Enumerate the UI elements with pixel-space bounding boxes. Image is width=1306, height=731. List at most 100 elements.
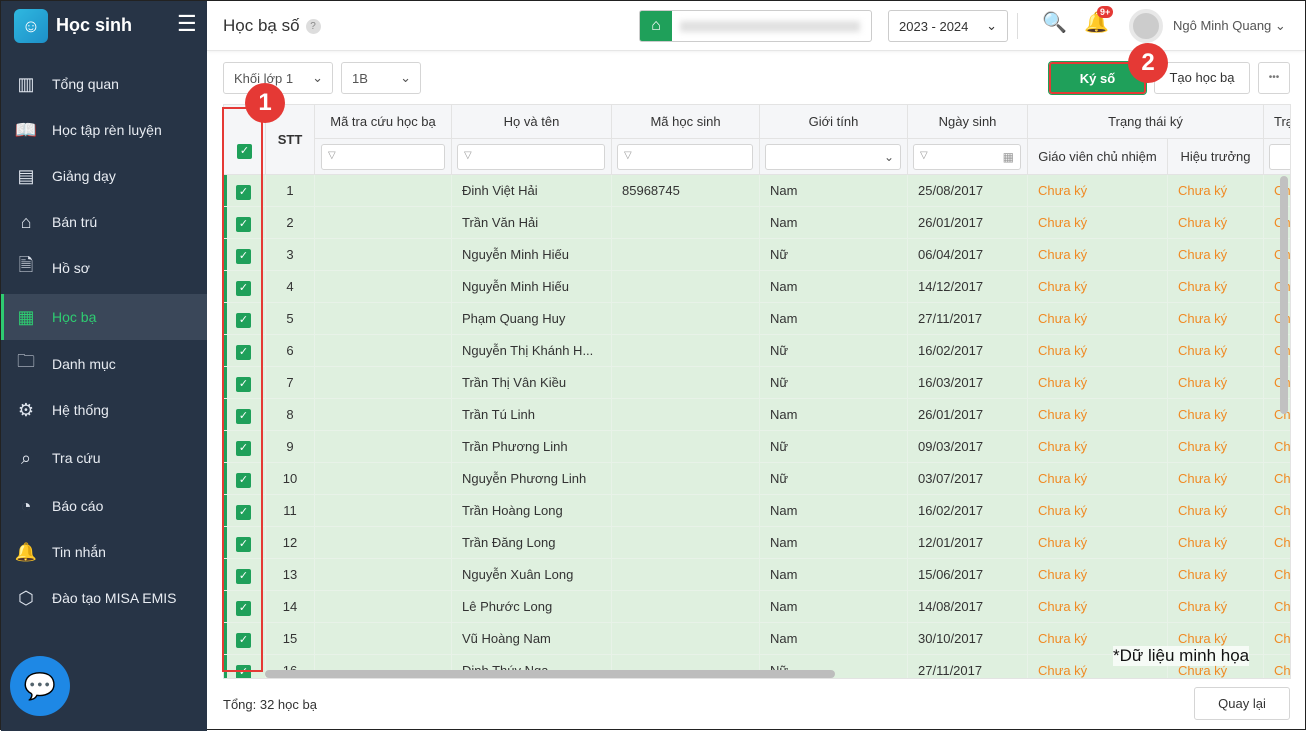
cell-gender: Nam — [760, 207, 908, 239]
student-id-filter-input[interactable]: ▽ — [617, 144, 753, 170]
cell-ht: Chưa ký — [1168, 527, 1264, 559]
more-options-button[interactable]: ••• — [1258, 62, 1290, 94]
cell-id — [612, 431, 760, 463]
cell-stt: 12 — [266, 527, 315, 559]
table-row[interactable]: ✓ 10 Nguyễn Phương Linh Nữ 03/07/2017 Chưa ký… — [224, 463, 1290, 495]
sidebar-item[interactable]: ⬡ Đào tạo MISA EMIS — [1, 575, 207, 621]
chat-support-button[interactable]: 💬 — [10, 656, 70, 716]
cell-dob: 26/01/2017 — [908, 207, 1028, 239]
search-icon: ⌕ — [20, 447, 32, 468]
cell-id: 85968745 — [612, 175, 760, 207]
help-icon[interactable]: ? — [305, 19, 321, 34]
cell-gender: Nam — [760, 591, 908, 623]
cell-name: Trần Văn Hải — [452, 207, 612, 239]
cell-id — [612, 463, 760, 495]
gender-filter-select[interactable]: ⌄ — [765, 144, 901, 170]
sidebar-item[interactable]: ◔ Báo cáo — [1, 483, 207, 529]
cell-code — [315, 623, 452, 655]
horizontal-scrollbar[interactable] — [265, 670, 835, 678]
class-select[interactable]: 1B ⌄ — [341, 62, 421, 94]
menu-toggle-icon[interactable]: ☰ — [177, 11, 197, 37]
sidebar-item[interactable]: ⌕ Tra cứu — [1, 435, 207, 481]
page-title: Học bạ số? — [223, 16, 321, 36]
sidebar-item-label: Danh mục — [52, 356, 116, 372]
cell-ht: Chưa ký — [1168, 495, 1264, 527]
table-row[interactable]: ✓ 9 Trần Phương Linh Nữ 09/03/2017 Chưa ký Chư… — [224, 431, 1290, 463]
cell-ht: Chưa ký — [1168, 367, 1264, 399]
cell-dob: 03/07/2017 — [908, 463, 1028, 495]
table-row[interactable]: ✓ 7 Trần Thị Vân Kiều Nữ 16/03/2017 Chưa ký Ch… — [224, 367, 1290, 399]
back-button[interactable]: Quay lại — [1194, 687, 1290, 720]
table-row[interactable]: ✓ 8 Trần Tú Linh Nam 26/01/2017 Chưa ký Chưa k… — [224, 399, 1290, 431]
dob-filter-input[interactable]: ▽ ▦ — [913, 144, 1021, 170]
vertical-scrollbar[interactable] — [1280, 176, 1288, 414]
table-row[interactable]: ✓ 5 Phạm Quang Huy Nam 27/11/2017 Chưa ký Chưa… — [224, 303, 1290, 335]
table-row[interactable]: ✓ 11 Trần Hoàng Long Nam 16/02/2017 Chưa ký Ch… — [224, 495, 1290, 527]
table-row[interactable]: ✓ 13 Nguyễn Xuân Long Nam 15/06/2017 Chưa ký C… — [224, 559, 1290, 591]
cell-name: Trần Tú Linh — [452, 399, 612, 431]
cell-stt: 6 — [266, 335, 315, 367]
chevron-down-icon: ⌄ — [986, 18, 997, 33]
app-logo-icon: ☺ — [14, 9, 48, 43]
chevron-down-icon: ⌄ — [400, 70, 411, 85]
sidebar-item[interactable]: 🗎 Hồ sơ — [1, 245, 207, 291]
school-home-icon: ⌂ — [640, 11, 672, 41]
sidebar-item[interactable]: 🗀 Danh mục — [1, 341, 207, 387]
house-icon: ⌂ — [20, 211, 32, 232]
cell-dob: 12/01/2017 — [908, 527, 1028, 559]
header-dob: Ngày sinh — [908, 105, 1028, 139]
cell-id — [612, 207, 760, 239]
highlight-checkbox-column — [222, 107, 263, 672]
cell-code — [315, 431, 452, 463]
sidebar-item-label: Hệ thống — [52, 402, 109, 418]
sidebar-item[interactable]: ⚙ Hệ thống — [1, 387, 207, 433]
sidebar-item[interactable]: ⌂ Bán trú — [1, 199, 207, 245]
sidebar-item[interactable]: ▦ Học bạ — [1, 294, 207, 340]
cell-code — [315, 335, 452, 367]
filter-cell: ▽ — [612, 139, 760, 175]
user-menu[interactable]: Ngô Minh Quang ⌄ — [1173, 18, 1286, 34]
table-row[interactable]: ✓ 3 Nguyễn Minh Hiếu Nữ 06/04/2017 Chưa ký Chư… — [224, 239, 1290, 271]
cell-code — [315, 559, 452, 591]
cell-id — [612, 559, 760, 591]
cell-name: Trần Đăng Long — [452, 527, 612, 559]
sidebar-item[interactable]: ▤ Giảng dạy — [1, 153, 207, 199]
total-count: Tổng: 32 học bạ — [223, 697, 317, 712]
lookup-icon[interactable]: 🔍 — [1042, 10, 1067, 35]
cell-id — [612, 527, 760, 559]
table-row[interactable]: ✓ 4 Nguyễn Minh Hiếu Nam 14/12/2017 Chưa ký Ch… — [224, 271, 1290, 303]
cell-dob: 09/03/2017 — [908, 431, 1028, 463]
sidebar-item[interactable]: ▥ Tổng quan — [1, 61, 207, 107]
cell-gv: Chưa ký — [1028, 239, 1168, 271]
next-filter-input[interactable] — [1269, 144, 1290, 170]
sidebar-item[interactable]: 🔔 Tin nhắn — [1, 529, 207, 575]
cell-id — [612, 303, 760, 335]
filter-cell: ▽ — [452, 139, 612, 175]
report-book-icon: ▦ — [17, 306, 35, 327]
cell-ht: Chưa ký — [1168, 303, 1264, 335]
cell-gv: Chưa ký — [1264, 463, 1290, 495]
table-row[interactable]: ✓ 1 Đinh Việt Hải 85968745 Nam 25/08/2017 Chưa… — [224, 175, 1290, 207]
sidebar-item-label: Bán trú — [52, 214, 98, 230]
avatar[interactable] — [1129, 9, 1163, 43]
code-filter-input[interactable]: ▽ — [321, 144, 445, 170]
cell-gender: Nam — [760, 303, 908, 335]
table-row[interactable]: ✓ 6 Nguyễn Thị Khánh H... Nữ 16/02/2017 Chưa … — [224, 335, 1290, 367]
create-record-button[interactable]: Tạo học bạ — [1154, 62, 1250, 94]
name-filter-input[interactable]: ▽ — [457, 144, 605, 170]
table-row[interactable]: ✓ 2 Trần Văn Hải Nam 26/01/2017 Chưa ký Chưa k… — [224, 207, 1290, 239]
table-row[interactable]: ✓ 14 Lê Phước Long Nam 14/08/2017 Chưa ký Chưa… — [224, 591, 1290, 623]
school-selector[interactable]: ⌂ — [639, 10, 872, 42]
cell-gender: Nam — [760, 399, 908, 431]
calendar-icon[interactable]: ▦ — [1003, 150, 1014, 164]
cell-dob: 16/02/2017 — [908, 495, 1028, 527]
sidebar-item-label: Học tập rèn luyện — [52, 122, 162, 138]
cell-gv: Chưa ký — [1028, 367, 1168, 399]
cell-dob: 25/08/2017 — [908, 175, 1028, 207]
cell-ht: Chưa ký — [1168, 271, 1264, 303]
cell-code — [315, 463, 452, 495]
sidebar-item[interactable]: 📖 Học tập rèn luyện — [1, 107, 207, 153]
table-row[interactable]: ✓ 12 Trần Đăng Long Nam 12/01/2017 Chưa ký Chư… — [224, 527, 1290, 559]
school-year-select[interactable]: 2023 - 2024 ⌄ — [888, 10, 1008, 42]
cell-code — [315, 303, 452, 335]
